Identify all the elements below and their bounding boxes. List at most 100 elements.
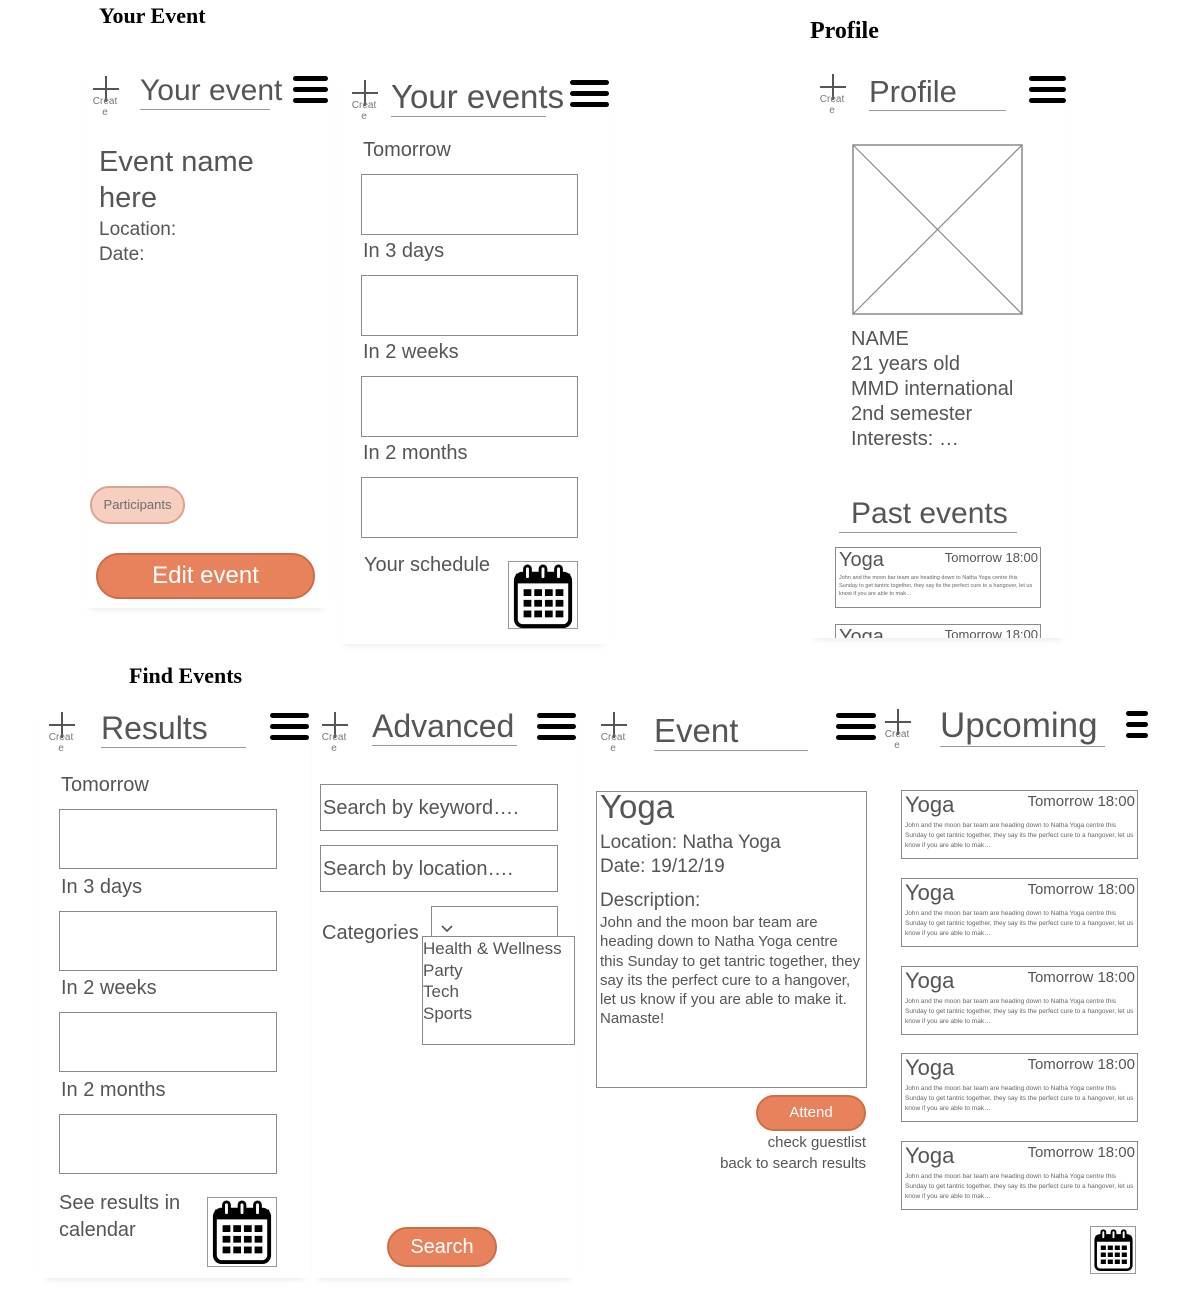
page-title: Profile [869,74,1006,111]
group-label: In 3 days [61,876,143,898]
create-button[interactable]: Creat e [319,712,349,760]
card-title: Yoga [905,968,955,993]
card-time: Tomorrow 18:00 [1027,1056,1135,1073]
screen-your-events: Creat e Your events Tomorrow In 3 days I… [339,66,609,644]
calendar-icon [513,564,573,628]
category-option[interactable]: Sports [423,1003,574,1025]
past-events-title: Past events [839,497,1017,533]
screen-event: Creat e Event Yoga Location: Natha Yoga … [590,700,876,1180]
event-slot[interactable] [361,477,578,538]
attend-button[interactable]: Attend [756,1095,866,1131]
page-title: Advanced [372,708,517,746]
upcoming-event-card[interactable]: Yoga Tomorrow 18:00 John and the moon ba… [901,1141,1138,1210]
calendar-button[interactable] [508,561,578,629]
category-option[interactable]: Party [423,960,574,982]
section-title-profile: Profile [810,18,879,44]
create-button[interactable]: Creat e [817,74,847,122]
create-button[interactable]: Creat e [90,76,120,124]
card-title: Yoga [905,1143,955,1168]
card-title: Yoga [839,549,884,571]
section-title-find-events: Find Events [129,663,243,688]
profile-age: 21 years old [851,353,960,375]
page-title: Your event [140,74,282,110]
create-button[interactable]: Creat e [882,709,912,757]
group-label: In 2 months [61,1079,166,1101]
see-results-in-calendar-label: See results in calendar [59,1192,181,1241]
page-title: Your events [391,78,565,117]
group-label: In 3 days [363,240,445,262]
category-option[interactable]: Tech [423,981,574,1003]
keyword-search-input[interactable]: Search by keyword…. [320,784,558,831]
event-slot[interactable] [361,376,578,437]
card-title: Yoga [839,626,884,638]
card-description: John and the moon bar team are heading d… [905,1173,1134,1200]
result-slot[interactable] [59,809,277,869]
card-time: Tomorrow 18:00 [1027,969,1135,986]
create-button[interactable]: Creat e [349,80,379,128]
profile-program: MMD international [851,378,1014,400]
chevron-down-icon [441,925,453,933]
past-event-card[interactable]: Yoga Tomorrow 18:00 John and the moon ba… [835,547,1041,608]
page-title: Upcoming [940,706,1105,748]
create-button[interactable]: Creat e [598,712,628,760]
card-description: John and the moon bar team are heading d… [905,822,1134,849]
categories-label: Categories [322,922,419,944]
menu-icon[interactable] [1029,76,1066,104]
screen-results: Creat e Results Tomorrow In 3 days In 2 … [40,700,310,1278]
card-title: Yoga [905,1055,955,1080]
upcoming-event-card[interactable]: Yoga Tomorrow 18:00 John and the moon ba… [901,966,1138,1035]
event-slot[interactable] [361,174,578,235]
category-option[interactable]: Health & Wellness [423,938,574,960]
group-label: In 2 months [363,442,468,464]
calendar-icon [1094,1229,1133,1271]
event-title: Yoga [600,788,675,825]
participants-button[interactable]: Participants [90,486,185,524]
calendar-button[interactable] [207,1197,277,1267]
result-slot[interactable] [59,911,277,971]
menu-icon[interactable] [537,713,576,741]
card-time: Tomorrow 18:00 [1027,1144,1135,1161]
profile-semester: 2nd semester [851,403,973,425]
screen-advanced: Creat e Advanced Search by keyword…. Sea… [312,700,577,1278]
menu-icon[interactable] [1126,711,1148,742]
upcoming-event-card[interactable]: Yoga Tomorrow 18:00 John and the moon ba… [901,878,1138,947]
event-location: Location: Natha Yoga [600,832,781,853]
result-slot[interactable] [59,1012,277,1072]
menu-icon[interactable] [570,80,609,109]
group-label: In 2 weeks [363,341,459,363]
menu-icon[interactable] [836,713,876,744]
group-label: In 2 weeks [61,977,157,999]
card-title: Yoga [905,880,955,905]
event-details-card: Yoga Location: Natha Yoga Date: 19/12/19… [596,788,867,1088]
back-to-search-results-link[interactable]: back to search results [720,1155,866,1172]
card-time: Tomorrow 18:00 [1027,881,1135,898]
card-time: Tomorrow 18:00 [944,627,1038,638]
upcoming-event-card[interactable]: Yoga Tomorrow 18:00 John and the moon ba… [901,790,1138,859]
search-button[interactable]: Search [387,1227,497,1267]
location-search-input[interactable]: Search by location…. [320,845,558,892]
edit-event-button[interactable]: Edit event [96,553,315,599]
past-event-card[interactable]: Yoga Tomorrow 18:00 [835,624,1041,638]
create-button[interactable]: Creat e [46,712,76,760]
event-date: Date: 19/12/19 [600,856,725,877]
card-time: Tomorrow 18:00 [1027,793,1135,810]
profile-image-placeholder [852,144,1023,315]
card-description: John and the moon bar team are heading d… [839,575,1033,597]
card-title: Yoga [905,792,955,817]
page-title: Event [654,712,808,751]
event-name: Event name here [99,146,254,214]
your-schedule-label: Your schedule [364,554,491,576]
date-label: Date: [99,244,145,265]
card-description: John and the moon bar team are heading d… [905,998,1134,1025]
menu-icon[interactable] [293,76,328,103]
upcoming-event-card[interactable]: Yoga Tomorrow 18:00 John and the moon ba… [901,1053,1138,1122]
section-title-your-event: Your Event [99,3,206,28]
calendar-button[interactable] [1090,1226,1136,1274]
event-slot[interactable] [361,275,578,336]
calendar-icon [212,1200,272,1264]
location-label: Location: [99,219,177,240]
check-guestlist-link[interactable]: check guestlist [768,1134,866,1151]
result-slot[interactable] [59,1114,277,1174]
card-description: John and the moon bar team are heading d… [905,910,1134,937]
menu-icon[interactable] [270,713,309,743]
